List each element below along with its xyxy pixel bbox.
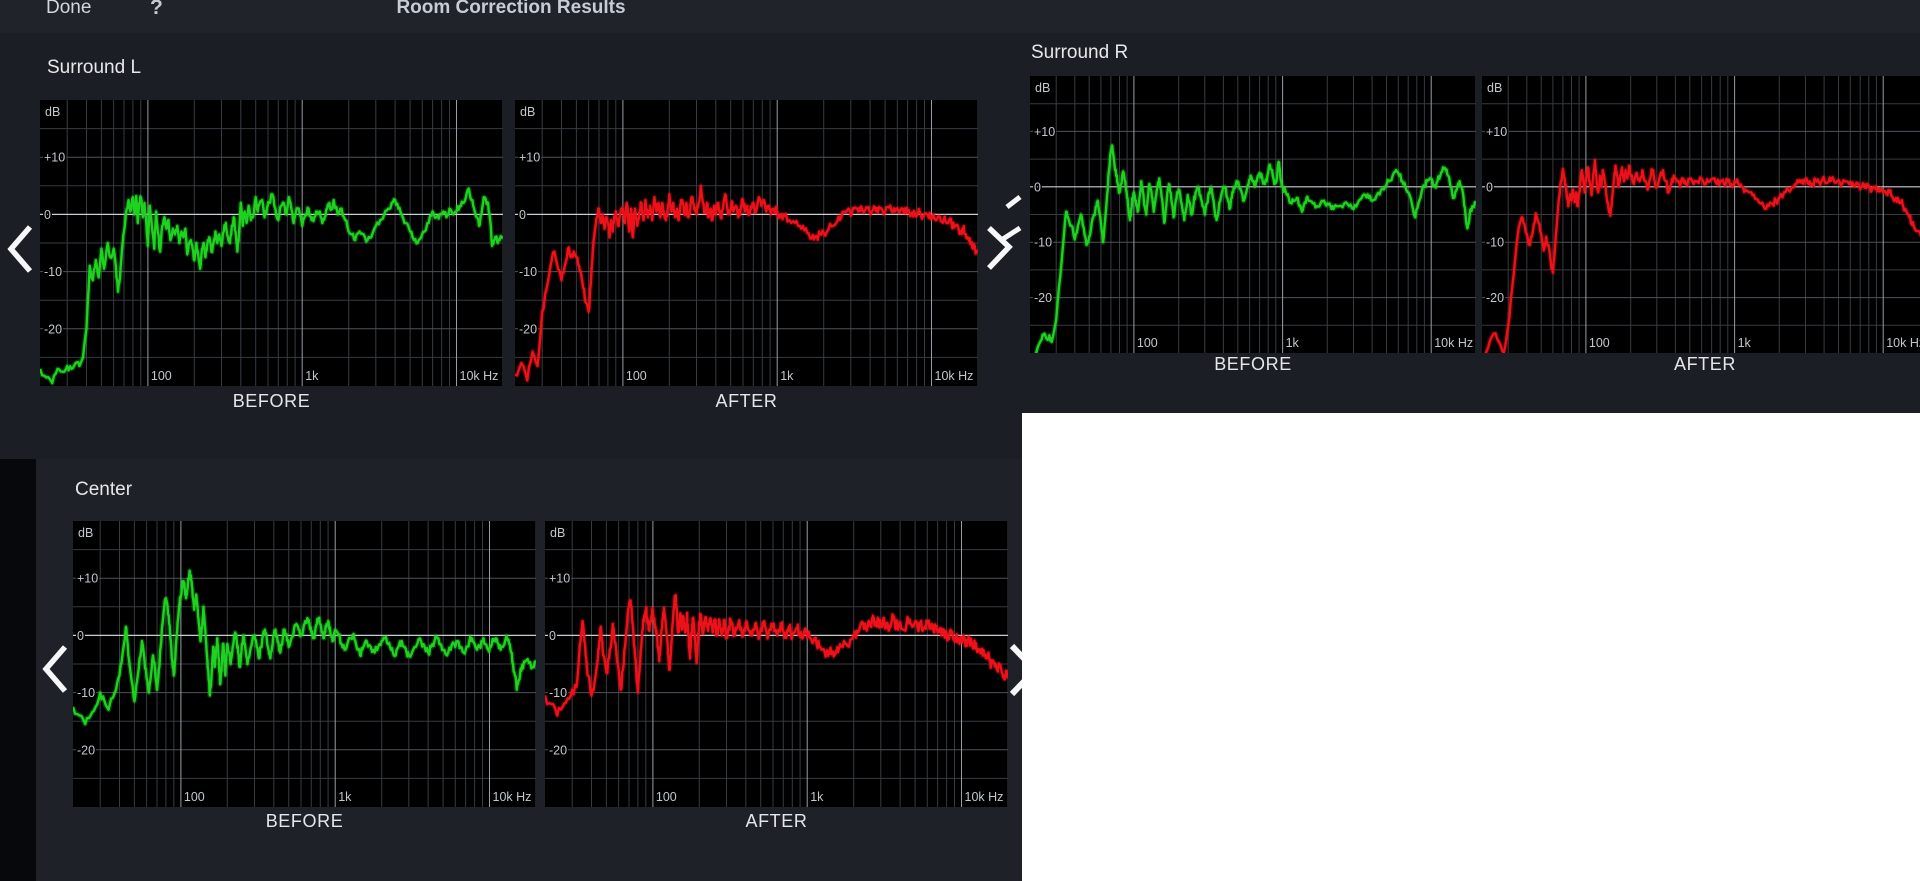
svg-text:10k Hz: 10k Hz — [965, 790, 1004, 804]
svg-text:10k Hz: 10k Hz — [460, 369, 499, 383]
after-label: AFTER — [515, 391, 978, 412]
svg-text:+10: +10 — [549, 572, 570, 586]
speaker-label: Surround L — [47, 57, 141, 79]
svg-text:+10: +10 — [44, 151, 65, 165]
before-label: BEFORE — [73, 811, 536, 832]
svg-text:1k: 1k — [1286, 336, 1300, 350]
svg-text:100: 100 — [1589, 336, 1610, 350]
svg-text:100: 100 — [656, 790, 677, 804]
svg-text:0: 0 — [519, 208, 526, 222]
svg-text:-20: -20 — [519, 322, 537, 336]
svg-text:-20: -20 — [1034, 291, 1052, 305]
svg-text:10k Hz: 10k Hz — [1434, 336, 1473, 350]
svg-text:-10: -10 — [1034, 236, 1052, 250]
chevron-left-icon[interactable] — [6, 224, 34, 274]
svg-text:-20: -20 — [44, 322, 62, 336]
panel-center: Center dB +10 0 -10 -20 100 1k 10k Hz dB +10 0 -10… — [36, 459, 1022, 881]
center-after-chart: dB +10 0 -10 -20 100 1k 10k Hz — [545, 521, 1008, 807]
svg-text:-10: -10 — [44, 265, 62, 279]
svg-text:0: 0 — [1034, 180, 1041, 194]
svg-text:-20: -20 — [549, 743, 567, 757]
header-bar: Done ? Room Correction Results — [0, 0, 1920, 33]
svg-text:+10: +10 — [1486, 125, 1507, 139]
next-page-blank — [1022, 413, 1920, 881]
svg-text:+10: +10 — [519, 151, 540, 165]
svg-text:-10: -10 — [1486, 236, 1504, 250]
svg-text:-10: -10 — [519, 265, 537, 279]
svg-text:100: 100 — [626, 369, 647, 383]
page-title: Room Correction Results — [0, 0, 1022, 19]
svg-text:100: 100 — [184, 790, 205, 804]
svg-text:dB: dB — [1487, 81, 1502, 95]
speaker-label: Surround R — [1031, 42, 1128, 64]
svg-text:10k Hz: 10k Hz — [1886, 336, 1920, 350]
svg-text:1k: 1k — [810, 790, 824, 804]
chevron-left-icon[interactable] — [41, 644, 69, 694]
svg-text:dB: dB — [550, 526, 565, 540]
svg-text:10k Hz: 10k Hz — [935, 369, 974, 383]
svg-text:+10: +10 — [1034, 125, 1055, 139]
speaker-label: Center — [75, 479, 132, 501]
svg-text:+10: +10 — [77, 572, 98, 586]
panel-surround-r: Surround R dB +10 0 -10 -20 100 1k 10k Hz dB +10… — [1022, 33, 1920, 413]
svg-text:-10: -10 — [77, 686, 95, 700]
svg-text:dB: dB — [78, 526, 93, 540]
svg-text:1k: 1k — [338, 790, 352, 804]
svg-text:0: 0 — [77, 629, 84, 643]
surround-l-before-chart: dB +10 0 -10 -20 100 1k 10k Hz — [40, 100, 503, 386]
before-label: BEFORE — [40, 391, 503, 412]
svg-text:0: 0 — [549, 629, 556, 643]
svg-text:-20: -20 — [77, 743, 95, 757]
svg-text:dB: dB — [1035, 81, 1050, 95]
surround-r-before-chart: dB +10 0 -10 -20 100 1k 10k Hz — [1030, 76, 1476, 353]
bottom-left-gutter — [0, 459, 36, 881]
svg-text:0: 0 — [1486, 180, 1493, 194]
svg-text:10k Hz: 10k Hz — [493, 790, 532, 804]
svg-text:-10: -10 — [549, 686, 567, 700]
surround-r-after-chart: dB +10 0 -10 -20 100 1k 10k Hz — [1482, 76, 1920, 353]
svg-text:100: 100 — [1137, 336, 1158, 350]
svg-text:1k: 1k — [1738, 336, 1752, 350]
svg-text:1k: 1k — [305, 369, 319, 383]
svg-text:1k: 1k — [780, 369, 794, 383]
chevron-right-icon[interactable] — [1009, 643, 1022, 697]
svg-text:-20: -20 — [1486, 291, 1504, 305]
after-label: AFTER — [545, 811, 1008, 832]
svg-text:0: 0 — [44, 208, 51, 222]
after-label: AFTER — [1482, 354, 1920, 375]
partial-chevron-icon — [1002, 194, 1022, 249]
center-before-chart: dB +10 0 -10 -20 100 1k 10k Hz — [73, 521, 536, 807]
svg-text:dB: dB — [520, 105, 535, 119]
panel-surround-l: Surround L dB +10 0 -10 -20 100 1k 10k Hz dB +10… — [0, 33, 1022, 459]
svg-text:dB: dB — [45, 105, 60, 119]
svg-text:100: 100 — [151, 369, 172, 383]
room-correction-screen: Done ? Room Correction Results Surround … — [0, 0, 1920, 881]
surround-l-after-chart: dB +10 0 -10 -20 100 1k 10k Hz — [515, 100, 978, 386]
before-label: BEFORE — [1030, 354, 1476, 375]
